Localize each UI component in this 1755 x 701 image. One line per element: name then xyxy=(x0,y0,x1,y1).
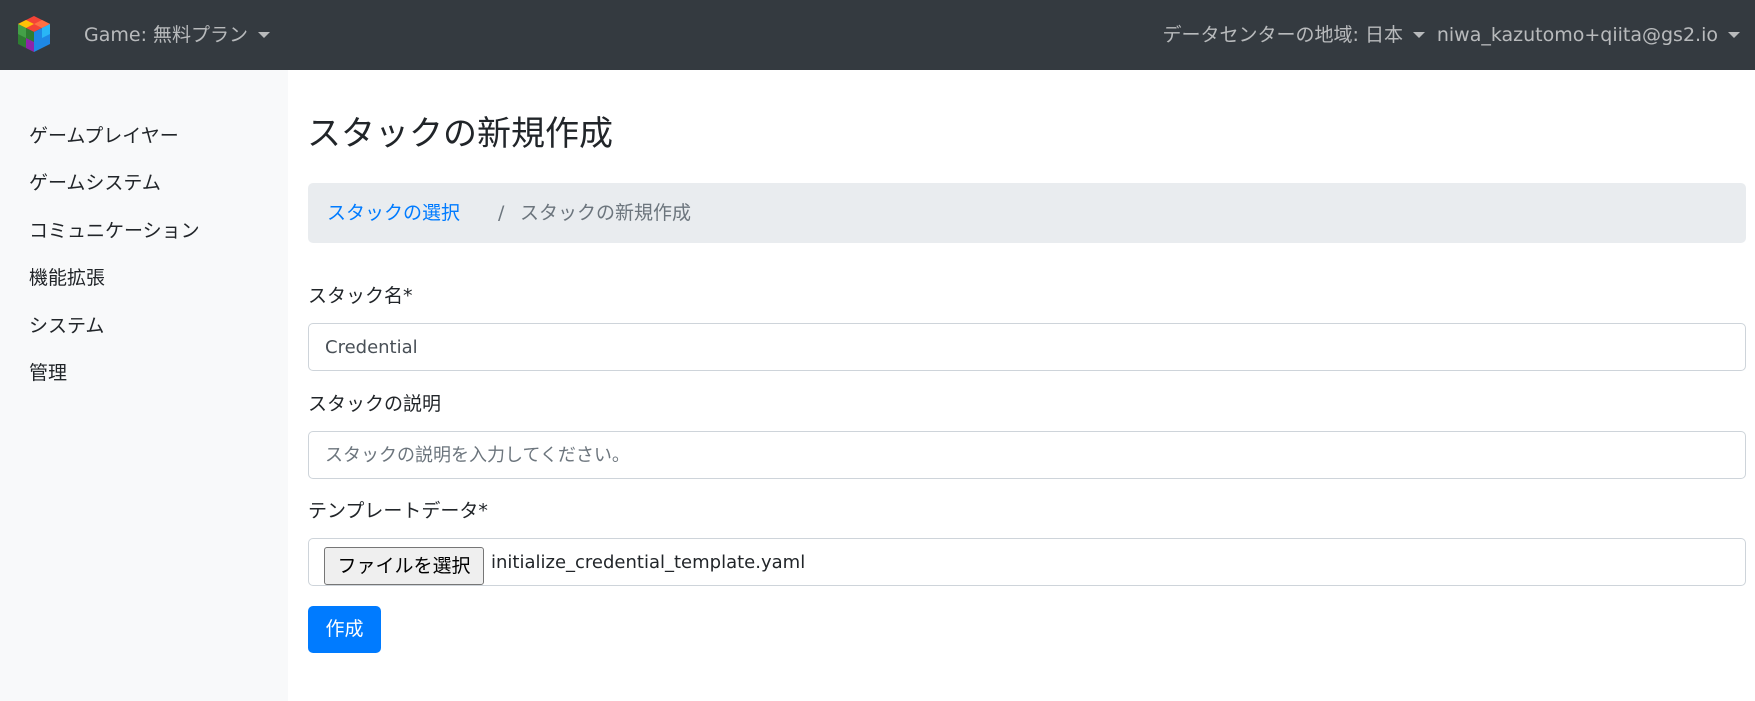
caret-down-icon xyxy=(1728,32,1740,38)
caret-down-icon xyxy=(258,32,271,38)
sidebar-item-management[interactable]: 管理 xyxy=(29,357,67,389)
sidebar: ゲームプレイヤー ゲームシステム コミュニケーション 機能拡張 システム 管理 xyxy=(0,70,288,701)
breadcrumb-separator: / xyxy=(498,202,505,224)
user-menu-label: niwa_kazutomo+qiita@gs2.io xyxy=(1436,24,1718,46)
cube-logo-icon[interactable] xyxy=(14,14,54,54)
top-navbar: Game: 無料プラン データセンターの地域: 日本 niwa_kazutomo… xyxy=(0,0,1755,70)
sidebar-item-system[interactable]: システム xyxy=(29,310,104,342)
stack-name-input[interactable] xyxy=(308,323,1746,371)
breadcrumb-link-stack-select[interactable]: スタックの選択 xyxy=(327,198,460,228)
game-selector[interactable]: Game: 無料プラン xyxy=(84,20,271,50)
region-selector-label: データセンターの地域: 日本 xyxy=(1162,24,1403,46)
breadcrumb: スタックの選択 / スタックの新規作成 xyxy=(308,183,1746,243)
sidebar-item-game-player[interactable]: ゲームプレイヤー xyxy=(29,120,179,152)
stack-description-input[interactable] xyxy=(308,431,1746,479)
caret-down-icon xyxy=(1413,32,1425,38)
user-menu[interactable]: niwa_kazutomo+qiita@gs2.io xyxy=(1437,20,1740,50)
game-selector-label: Game: 無料プラン xyxy=(84,24,249,46)
main-content: スタックの新規作成 スタックの選択 / スタックの新規作成 スタック名* スタッ… xyxy=(288,70,1755,701)
sidebar-item-game-system[interactable]: ゲームシステム xyxy=(29,167,161,199)
breadcrumb-current: スタックの新規作成 xyxy=(520,202,692,224)
selected-file-name: initialize_credential_template.yaml xyxy=(491,552,806,573)
stack-name-label: スタック名* xyxy=(308,285,413,307)
create-button[interactable]: 作成 xyxy=(308,606,381,653)
choose-file-button[interactable]: ファイルを選択 xyxy=(324,547,484,585)
template-data-label: テンプレートデータ* xyxy=(308,500,488,522)
template-file-input[interactable]: ファイルを選択 initialize_credential_template.y… xyxy=(308,538,1746,586)
sidebar-item-communication[interactable]: コミュニケーション xyxy=(29,215,200,247)
sidebar-item-extension[interactable]: 機能拡張 xyxy=(29,262,105,294)
page-title: スタックの新規作成 xyxy=(307,114,613,154)
stack-description-label: スタックの説明 xyxy=(308,393,442,415)
region-selector[interactable]: データセンターの地域: 日本 xyxy=(1163,20,1425,50)
